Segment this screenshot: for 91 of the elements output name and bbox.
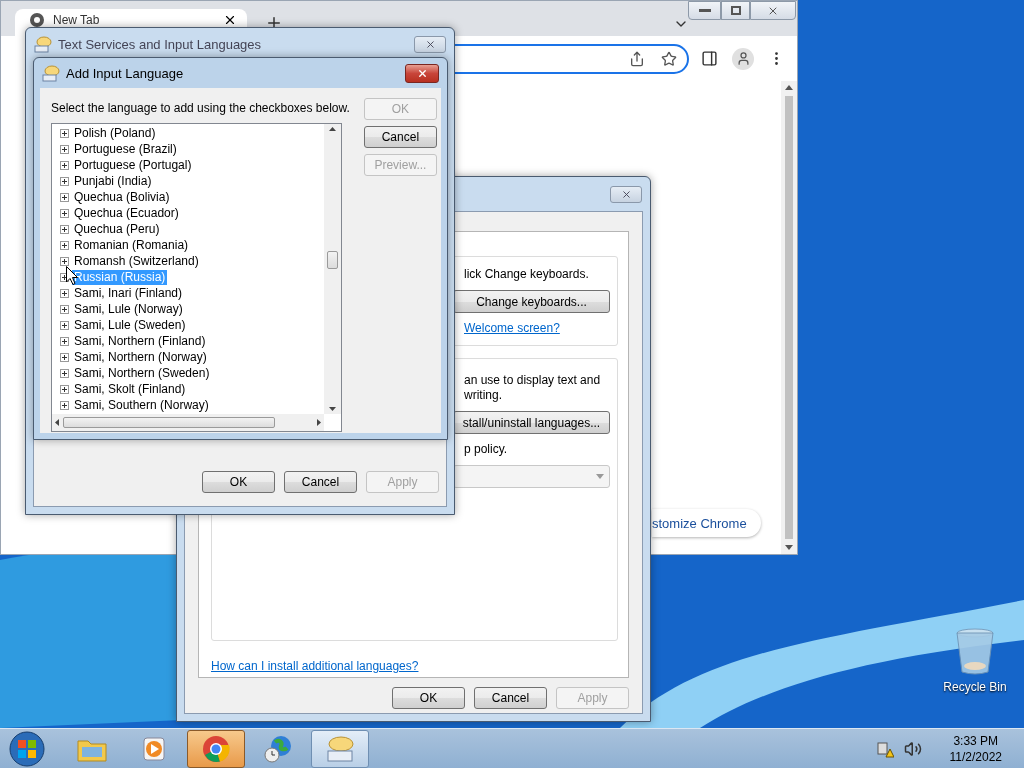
expand-icon[interactable] [60,240,69,250]
tree-item[interactable]: Sami, Skolt (Finland) [72,381,188,397]
expand-icon[interactable] [60,352,69,362]
scrollbar[interactable] [781,81,797,554]
keyboard-bubble-icon [325,734,355,763]
taskbar-button[interactable] [187,729,245,768]
network-warning-icon[interactable] [875,739,894,758]
profile-avatar[interactable] [732,47,754,70]
dialog-button[interactable]: Cancel [474,687,547,709]
expand-icon[interactable] [60,368,69,378]
clock[interactable]: 3:33 PM 11/2/2022 [949,732,1002,765]
browser-icon [202,734,230,763]
expand-icon[interactable] [60,192,69,202]
expand-icon[interactable] [60,224,69,234]
dialog-button[interactable]: Cancel [363,126,437,148]
taskbar-button[interactable] [311,729,369,768]
tree-item[interactable]: Punjabi (India) [72,173,154,189]
expand-icon[interactable] [60,304,69,314]
expand-icon[interactable] [60,208,69,218]
expand-icon[interactable] [60,160,69,170]
scrollbar-thumb[interactable] [63,417,275,428]
expand-icon[interactable] [60,384,69,394]
tree-item[interactable]: Sami, Lule (Norway) [72,301,185,317]
tree-item[interactable]: Romansh (Switzerland) [72,253,201,269]
caret-icon [596,474,604,479]
instruction-text: Select the language to add using the checkboxes below. [51,101,350,116]
close-icon [416,67,428,79]
arrow-down-icon[interactable] [785,545,793,550]
share-icon[interactable] [629,50,645,67]
vertical-scrollbar[interactable] [324,124,341,414]
expand-icon[interactable] [60,144,69,154]
arrow-left-icon[interactable] [55,419,59,426]
dialog-button[interactable]: OK [392,687,465,709]
tree-item[interactable]: Sami, Northern (Sweden) [72,365,212,381]
instruction-text: lick Change keyboards. [464,267,590,282]
scrollbar-thumb[interactable] [327,251,338,269]
tree-item[interactable]: Sami, Lule (Sweden) [72,317,188,333]
expand-icon[interactable] [60,176,69,186]
tree-item[interactable]: Quechua (Ecuador) [72,205,181,221]
tree-item[interactable]: Polish (Poland) [72,125,158,141]
install-languages-button[interactable]: stall/uninstall languages... [453,411,610,434]
star-icon[interactable] [661,50,677,67]
expand-icon[interactable] [60,128,69,138]
minimize-button[interactable] [688,1,721,20]
dialog-button[interactable]: Cancel [284,471,357,493]
description-text: an use to display text and writing. [464,373,602,403]
desktop-icon-label[interactable]: Recycle Bin [943,680,1007,694]
recycle-bin-icon[interactable] [955,628,995,676]
window-title: Add Input Language [66,65,184,81]
side-panel-icon[interactable] [701,50,718,67]
tree-item[interactable]: Sami, Southern (Norway) [72,397,211,413]
tree-item[interactable]: Quechua (Peru) [72,221,162,237]
maximize-button[interactable] [721,1,750,20]
window-title: Text Services and Input Languages [58,37,262,52]
tree-item[interactable]: Romanian (Romania) [72,237,191,253]
expand-icon[interactable] [60,256,69,266]
dialog-button[interactable]: OK [202,471,275,493]
maximize-icon [730,6,741,15]
play-icon [140,734,168,763]
keyboard-bubble-icon [42,64,60,82]
help-link[interactable]: How can I install additional languages? [211,659,618,673]
close-button[interactable] [405,63,439,83]
minimize-icon [698,8,711,13]
tree-item[interactable]: Quechua (Bolivia) [72,189,172,205]
start-button[interactable] [7,729,47,768]
tree-item[interactable]: Portuguese (Portugal) [72,157,194,173]
arrow-right-icon[interactable] [317,419,321,426]
policy-text: p policy. [464,442,509,457]
welcome-screen-link[interactable]: Welcome screen? [464,321,605,335]
close-button[interactable] [414,36,446,53]
horizontal-scrollbar[interactable] [52,414,324,431]
close-icon [620,188,632,200]
expand-icon[interactable] [60,288,69,298]
globe-icon [29,11,45,28]
speaker-icon[interactable] [903,739,922,758]
close-icon [424,39,436,50]
expand-icon[interactable] [60,336,69,346]
expand-icon[interactable] [60,320,69,330]
customize-button[interactable]: stomize Chrome [652,509,761,537]
scrollbar-thumb[interactable] [785,96,793,539]
tree-item[interactable]: Sami, Northern (Norway) [72,349,209,365]
keyboard-bubble-icon [34,36,52,53]
tree-item[interactable]: Portuguese (Brazil) [72,141,179,157]
arrow-up-icon[interactable] [785,85,793,90]
tree-item[interactable]: Sami, Inari (Finland) [72,285,185,301]
arrow-up-icon[interactable] [329,127,336,131]
change-keyboards-button[interactable]: Change keyboards... [453,290,610,313]
arrow-down-icon[interactable] [329,407,336,411]
globe-clock-icon [263,733,293,764]
tree-item[interactable]: Sami, Northern (Finland) [72,333,208,349]
expand-icon[interactable] [60,400,69,410]
